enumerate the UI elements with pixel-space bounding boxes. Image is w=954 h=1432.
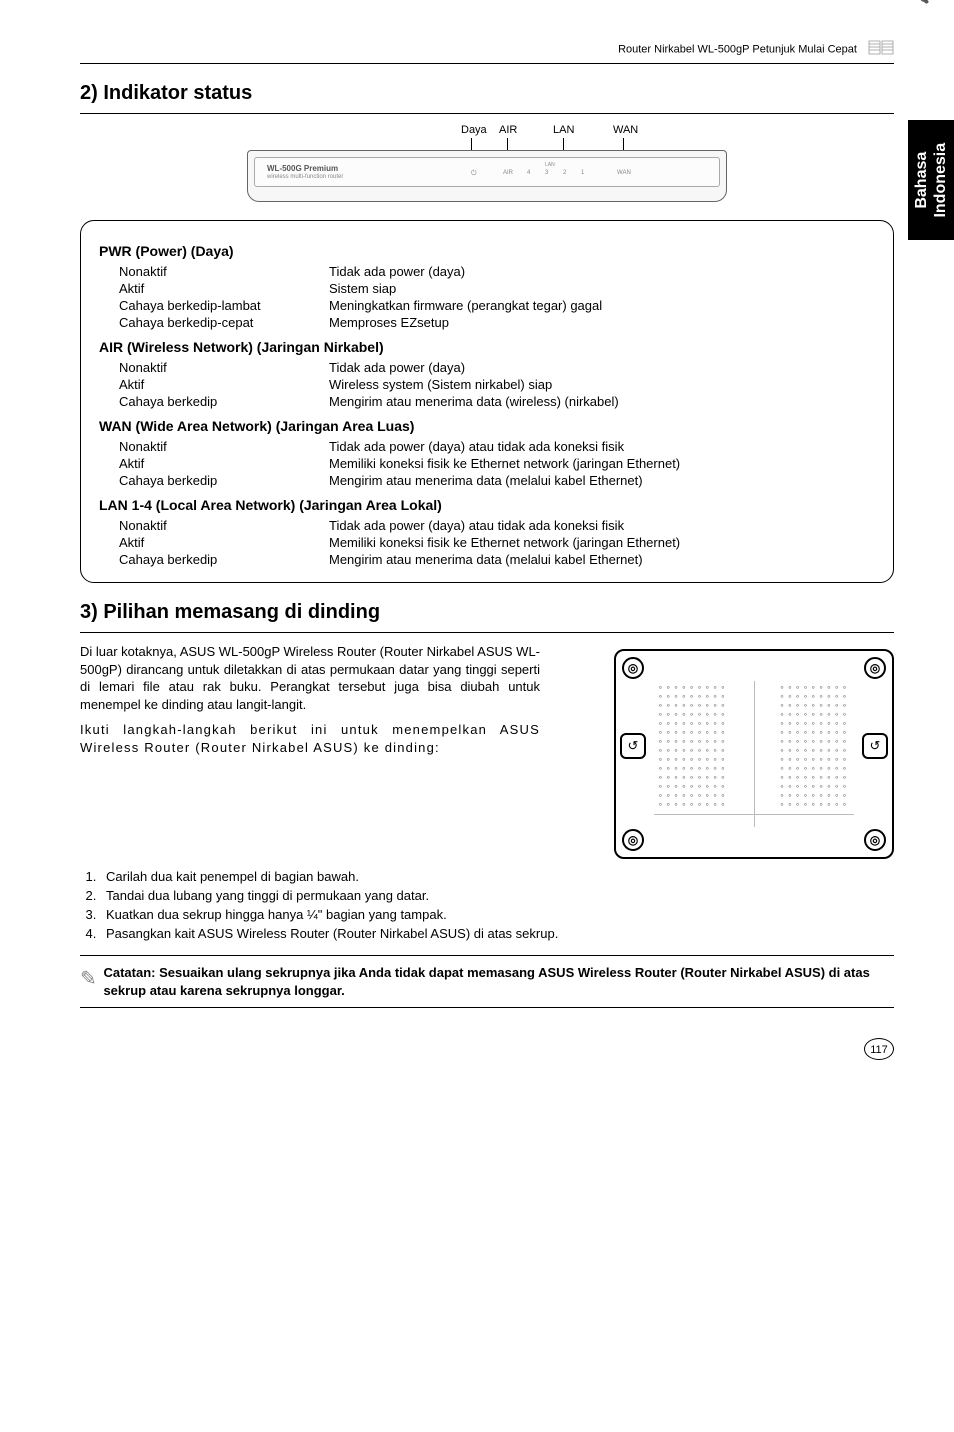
list-item: Kuatkan dua sekrup hingga hanya ¼" bagia… [100, 907, 894, 922]
list-item: Pasangkan kait ASUS Wireless Router (Rou… [100, 926, 894, 941]
list-item: Tandai dua lubang yang tinggi di permuka… [100, 888, 894, 903]
wall-mount-diagram: 🔌 ◎ ◎ ◎ ◎ ↺ ↺ ∘∘∘∘∘∘∘∘∘∘∘∘∘∘∘∘∘∘∘∘∘∘∘∘∘∘… [614, 649, 894, 859]
group-lan-table: NonaktifTidak ada power (daya) atau tida… [99, 517, 875, 568]
device-sub: wireless multi-function router [267, 174, 343, 180]
table-row: AktifMemiliki koneksi fisik ke Ethernet … [99, 534, 875, 551]
note-box: ✎ Catatan: Sesuaikan ulang sekrupnya jik… [80, 955, 894, 1008]
wall-mount-steps: Carilah dua kait penempel di bagian bawa… [100, 869, 894, 941]
header-text: Router Nirkabel WL-500gP Petunjuk Mulai … [618, 43, 857, 55]
led-wan-label: WAN [617, 170, 631, 176]
device-diagram: Daya AIR LAN WAN WL-500G Premium wireles… [80, 124, 894, 202]
book-icon [868, 40, 894, 59]
table-row: AktifSistem siap [99, 280, 875, 297]
label-air: AIR [499, 124, 517, 136]
vent-grid: ∘∘∘∘∘∘∘∘∘∘∘∘∘∘∘∘∘∘∘∘∘∘∘∘∘∘∘∘∘∘∘∘∘∘∘∘∘∘∘∘… [658, 683, 728, 809]
table-row: Cahaya berkedip-lambatMeningkatkan firmw… [99, 297, 875, 314]
group-lan-heading: LAN 1-4 (Local Area Network) (Jaringan A… [99, 497, 875, 513]
hook-icon: ↺ [620, 733, 646, 759]
label-lan: LAN [553, 124, 574, 136]
table-row: Cahaya berkedipMengirim atau menerima da… [99, 472, 875, 489]
label-wan: WAN [613, 124, 638, 136]
table-row: NonaktifTidak ada power (daya) atau tida… [99, 438, 875, 455]
cable-icon: 🔌 [908, 0, 930, 5]
screw-icon: ◎ [622, 829, 644, 851]
hook-icon: ↺ [862, 733, 888, 759]
table-row: Cahaya berkedipMengirim atau menerima da… [99, 393, 875, 410]
page-footer: 117 [80, 1038, 894, 1060]
group-air-table: NonaktifTidak ada power (daya) AktifWire… [99, 359, 875, 410]
group-wan-table: NonaktifTidak ada power (daya) atau tida… [99, 438, 875, 489]
section-3-title: 3) Pilihan memasang di dinding [80, 601, 894, 624]
side-tab-line2: Indonesia [932, 143, 949, 218]
led-air-label: AIR [503, 170, 513, 176]
table-row: Cahaya berkedip-cepatMemproses EZsetup [99, 314, 875, 331]
status-indicator-box: PWR (Power) (Daya) NonaktifTidak ada pow… [80, 220, 894, 583]
list-item: Carilah dua kait penempel di bagian bawa… [100, 869, 894, 884]
page-header: Router Nirkabel WL-500gP Petunjuk Mulai … [80, 40, 894, 64]
side-tab-line1: Bahasa [913, 152, 930, 209]
table-row: AktifWireless system (Sistem nirkabel) s… [99, 376, 875, 393]
screw-icon: ◎ [864, 657, 886, 679]
page-number: 117 [864, 1038, 894, 1060]
label-daya: Daya [461, 124, 487, 136]
group-pwr-table: NonaktifTidak ada power (daya) AktifSist… [99, 263, 875, 331]
screw-icon: ◎ [864, 829, 886, 851]
section-2-title: 2) Indikator status [80, 82, 894, 105]
section-3-para-2: Ikuti langkah-langkah berikut ini untuk … [80, 721, 540, 756]
device-name: WL-500G Premium [267, 164, 338, 173]
group-pwr-heading: PWR (Power) (Daya) [99, 243, 875, 259]
table-row: NonaktifTidak ada power (daya) [99, 359, 875, 376]
table-row: NonaktifTidak ada power (daya) [99, 263, 875, 280]
group-air-heading: AIR (Wireless Network) (Jaringan Nirkabe… [99, 339, 875, 355]
table-row: NonaktifTidak ada power (daya) atau tida… [99, 517, 875, 534]
screw-icon: ◎ [622, 657, 644, 679]
section-3-para-1: Di luar kotaknya, ASUS WL-500gP Wireless… [80, 643, 540, 713]
pencil-icon: ✎ [80, 964, 103, 999]
group-wan-heading: WAN (Wide Area Network) (Jaringan Area L… [99, 418, 875, 434]
vent-grid: ∘∘∘∘∘∘∘∘∘∘∘∘∘∘∘∘∘∘∘∘∘∘∘∘∘∘∘∘∘∘∘∘∘∘∘∘∘∘∘∘… [780, 683, 850, 809]
note-text: Catatan: Sesuaikan ulang sekrupnya jika … [103, 964, 894, 999]
table-row: AktifMemiliki koneksi fisik ke Ethernet … [99, 455, 875, 472]
table-row: Cahaya berkedipMengirim atau menerima da… [99, 551, 875, 568]
led-power-icon: ⏻ [471, 170, 477, 178]
language-side-tab: Bahasa Indonesia [908, 120, 954, 240]
